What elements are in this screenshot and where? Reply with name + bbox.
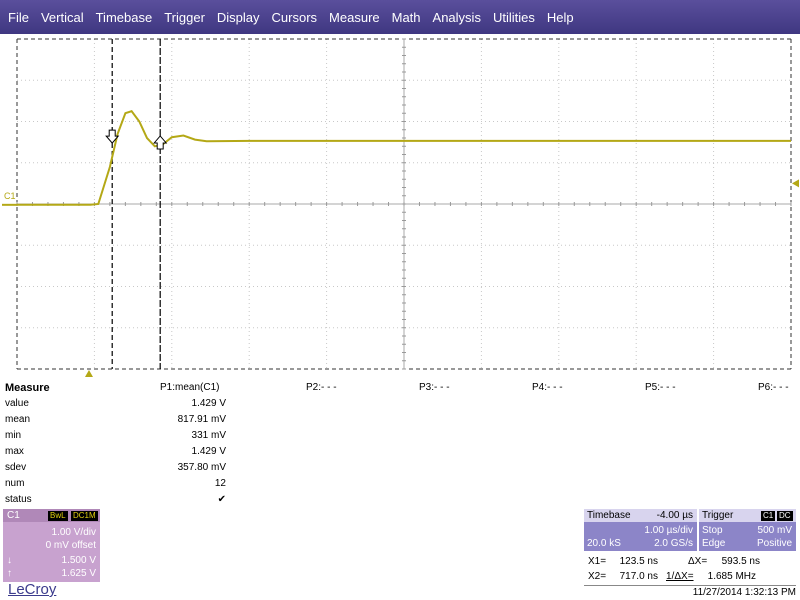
trigger-coupling-badge: DC [777,511,793,521]
channel-marker-label: C1 [4,191,16,201]
menu-file[interactable]: File [0,10,35,25]
menu-cursors[interactable]: Cursors [266,10,324,25]
menu-utilities[interactable]: Utilities [487,10,541,25]
channel-c1-header: C1 BwL DC1M [3,509,100,522]
measure-row-label-min: min [5,430,22,441]
measure-row-label-value: value [5,398,29,409]
menu-display[interactable]: Display [211,10,266,25]
timebase-delay: -4.00 µs [656,510,693,521]
measure-value-num: 12 [214,478,226,489]
trigger-level-icon [792,179,799,188]
trigger-position-icon [84,370,93,377]
trigger-label: Trigger [702,510,734,521]
cursor-down-icon: ↓ [7,555,12,566]
channel-cursor1-value: 1.500 V [61,555,96,566]
measure-title[interactable]: Measure [5,382,50,394]
bwl-badge: BwL [48,511,68,521]
x1-label: X1= [588,556,607,567]
param-header-p2[interactable]: P2:- - - [306,382,337,393]
x2-label: X2= [588,571,607,582]
measure-row-label-sdev: sdev [5,462,27,473]
measure-row-label-mean: mean [5,414,31,425]
trigger-level: 500 mV [757,525,792,536]
measure-value-sdev: 357.80 mV [177,462,226,473]
timebase-samples: 20.0 kS [587,538,621,549]
lecroy-logo: LeCroy [8,581,57,598]
coupling-badge: DC1M [71,511,98,521]
dx-label: ΔX= [688,556,708,567]
timebase-header: Timebase -4.00 µs [584,509,697,522]
timebase-rate: 2.0 GS/s [654,538,693,549]
waveform-display[interactable]: C1 [0,34,800,378]
measure-row-label-num: num [5,478,25,489]
measure-value-value: 1.429 V [191,398,226,409]
trigger-type: Edge [702,538,726,549]
measure-row-label-status: status [5,494,32,505]
channel-scale: 1.00 V/div [51,527,96,538]
param-header-p6[interactable]: P6:- - - [758,382,789,393]
menu-timebase[interactable]: Timebase [90,10,159,25]
measure-row-label-max: max [5,446,24,457]
timebase-descriptor[interactable]: Timebase -4.00 µs 1.00 µs/div 20.0 kS 2.… [584,509,697,551]
x1-value: 123.5 ns [619,556,658,567]
measure-table: Measure P1:mean(C1) P2:- - - P3:- - - P4:- … [0,381,800,509]
cursor-readout: X1= 123.5 ns ΔX= 593.5 ns X2= 717.0 ns 1… [584,553,800,585]
menu-analysis[interactable]: Analysis [427,10,487,25]
param-header-p1[interactable]: P1:mean(C1) [160,382,219,393]
date-time: 11/27/2014 1:32:13 PM [584,585,796,598]
channel-c1-descriptor[interactable]: C1 BwL DC1M 1.00 V/div 0 mV offset ↓ 1.5… [3,509,100,582]
timebase-scale: 1.00 µs/div [644,525,693,536]
menu-help[interactable]: Help [541,10,580,25]
menu-trigger[interactable]: Trigger [158,10,211,25]
x2-value: 717.0 ns [619,571,658,582]
menu-bar: File Vertical Timebase Trigger Display Cursor… [0,0,800,34]
cursor-up-icon: ↑ [7,568,12,579]
menu-math[interactable]: Math [386,10,427,25]
dx-value: 593.5 ns [721,556,760,567]
trigger-source-badge: C1 [761,511,776,521]
trigger-slope: Positive [756,538,792,549]
param-header-p5[interactable]: P5:- - - [645,382,676,393]
timebase-label: Timebase [587,510,631,521]
measure-value-min: 331 mV [191,430,226,441]
menu-measure[interactable]: Measure [323,10,386,25]
trigger-descriptor[interactable]: Trigger C1 DC Stop 500 mV Edge Positive [699,509,796,551]
param-header-p3[interactable]: P3:- - - [419,382,450,393]
trigger-mode: Stop [702,525,723,536]
measure-value-mean: 817.91 mV [177,414,226,425]
trigger-header: Trigger C1 DC [699,509,796,522]
channel-offset: 0 mV offset [45,540,96,551]
inv-dx-value: 1.685 MHz [707,571,756,582]
channel-cursor2-value: 1.625 V [61,568,96,579]
channel-name: C1 [7,510,20,521]
inv-dx-label: 1/ΔX= [666,571,694,582]
param-header-p4[interactable]: P4:- - - [532,382,563,393]
measure-value-max: 1.429 V [191,446,226,457]
menu-vertical[interactable]: Vertical [35,10,90,25]
measure-value-status: ✔ [217,494,226,505]
